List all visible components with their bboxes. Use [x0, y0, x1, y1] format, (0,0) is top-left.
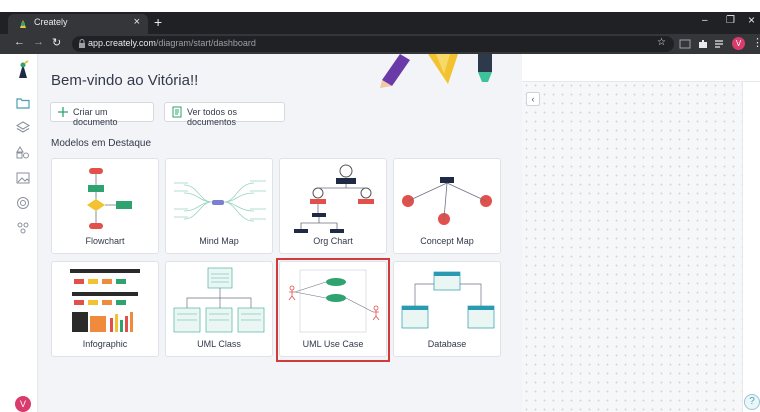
template-card-database[interactable]: Database: [393, 261, 501, 357]
create-document-label: Criar um documento: [73, 107, 118, 127]
profile-avatar[interactable]: V: [732, 37, 745, 50]
window-close-button[interactable]: ×: [748, 13, 755, 27]
image-icon[interactable]: [16, 171, 30, 185]
welcome-heading: Bem-vindo ao Vitória!!: [51, 72, 199, 89]
lock-icon: [79, 39, 85, 48]
new-tab-button[interactable]: +: [154, 14, 162, 30]
minimize-button[interactable]: –: [702, 15, 708, 26]
url-host: app.creately.com: [88, 38, 156, 48]
back-button[interactable]: ←: [14, 36, 25, 48]
selection-highlight: [276, 258, 390, 362]
tab-title: Creately: [34, 17, 68, 27]
card-label-org-chart: Org Chart: [313, 236, 353, 246]
database-thumbnail-icon: [401, 271, 495, 329]
browser-toolbar: ← → ↻ app.creately.com/diagram/start/das…: [0, 34, 760, 54]
layers-icon[interactable]: [16, 121, 30, 135]
plus-icon: [58, 107, 68, 117]
reload-button[interactable]: ↻: [52, 36, 61, 49]
extension-icon[interactable]: [679, 38, 691, 50]
create-document-button[interactable]: Criar um documento: [50, 102, 154, 127]
top-strip: [0, 0, 760, 12]
template-card-infographic[interactable]: Infographic: [51, 261, 159, 357]
card-label-uml-class: UML Class: [197, 339, 241, 349]
restore-button[interactable]: ❐: [726, 15, 735, 26]
browser-tab[interactable]: Creately ×: [8, 14, 148, 34]
browser-menu-icon[interactable]: ⋮: [752, 36, 760, 49]
concept-map-thumbnail-icon: [402, 177, 492, 225]
documents-icon: [172, 106, 182, 118]
url-path: /diagram/start/dashboard: [155, 38, 256, 48]
reading-list-icon[interactable]: [714, 38, 726, 50]
card-label-mind-map: Mind Map: [199, 236, 239, 246]
browser-tabbar: Creately × + – ❐ ×: [0, 12, 760, 34]
url-text: app.creately.com/diagram/start/dashboard: [88, 38, 256, 48]
shapes-icon[interactable]: [16, 146, 30, 160]
help-button[interactable]: ?: [744, 394, 760, 410]
target-icon[interactable]: [16, 196, 30, 210]
mind-map-thumbnail-icon: [174, 180, 266, 222]
creately-logo-icon[interactable]: [16, 60, 30, 80]
card-label-infographic: Infographic: [82, 339, 128, 349]
view-all-documents-button[interactable]: Ver todos os documentos: [164, 102, 285, 127]
team-icon[interactable]: [16, 221, 30, 235]
canvas-right-bar: [742, 82, 760, 412]
creately-favicon-icon: [20, 20, 26, 28]
org-chart-thumbnail-icon: [294, 164, 374, 233]
folder-icon[interactable]: [16, 96, 30, 110]
collapse-panel-button[interactable]: ‹: [526, 92, 540, 106]
template-card-concept-map[interactable]: Concept Map: [393, 158, 501, 254]
screen: Creately × + – ❐ × ← → ↻ app.creately.co…: [0, 0, 760, 412]
bookmark-star-icon[interactable]: ☆: [657, 37, 666, 48]
featured-templates-title: Modelos em Destaque: [51, 138, 152, 149]
user-avatar[interactable]: V: [15, 396, 31, 412]
view-all-documents-label: Ver todos os documentos: [187, 107, 238, 127]
card-label-database: Database: [427, 339, 467, 349]
flowchart-thumbnail-icon: [87, 168, 132, 229]
template-card-flowchart[interactable]: Flowchart: [51, 158, 159, 254]
infographic-thumbnail-icon: [70, 269, 140, 332]
pencils-illustration-icon: [380, 54, 492, 88]
uml-class-thumbnail-icon: [173, 267, 265, 333]
puzzle-icon[interactable]: [697, 38, 709, 50]
canvas-panel: ‹ ?: [522, 54, 760, 412]
card-label-concept-map: Concept Map: [420, 236, 474, 246]
template-card-org-chart[interactable]: Org Chart: [279, 158, 387, 254]
canvas-top-bar: [522, 54, 760, 82]
tab-close-button[interactable]: ×: [134, 16, 140, 28]
template-card-uml-class[interactable]: UML Class: [165, 261, 273, 357]
template-card-mind-map[interactable]: Mind Map: [165, 158, 273, 254]
forward-button[interactable]: →: [33, 36, 44, 48]
card-label-flowchart: Flowchart: [85, 236, 125, 246]
app-sidebar: V: [8, 54, 38, 412]
address-bar[interactable]: app.creately.com/diagram/start/dashboard…: [72, 36, 674, 52]
